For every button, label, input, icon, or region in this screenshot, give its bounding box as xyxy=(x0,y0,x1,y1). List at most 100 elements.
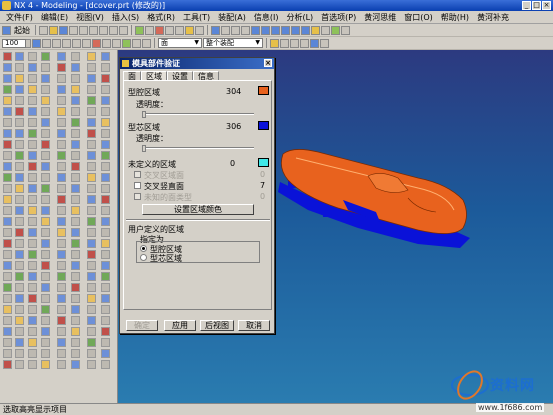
wireframe-icon[interactable] xyxy=(261,25,270,35)
tool-icon[interactable] xyxy=(87,52,96,61)
tool-icon[interactable] xyxy=(87,96,96,105)
tool-icon[interactable] xyxy=(71,272,80,281)
tool-icon[interactable] xyxy=(57,250,66,259)
tool-icon[interactable] xyxy=(28,140,37,149)
tool-icon[interactable] xyxy=(28,74,37,83)
tool-icon[interactable] xyxy=(41,316,50,325)
slider-thumb[interactable] xyxy=(142,145,146,152)
start-icon[interactable] xyxy=(2,25,11,35)
tool-icon[interactable] xyxy=(41,151,50,160)
tool-icon[interactable] xyxy=(15,360,24,369)
tool-icon[interactable] xyxy=(87,74,96,83)
tool-icon[interactable] xyxy=(71,250,80,259)
tool-icon[interactable] xyxy=(3,74,12,83)
tool-icon[interactable] xyxy=(28,305,37,314)
tool-icon[interactable] xyxy=(28,239,37,248)
tool-icon[interactable] xyxy=(71,338,80,347)
tool-icon[interactable] xyxy=(28,338,37,347)
tool-icon[interactable] xyxy=(57,195,66,204)
open-file-icon[interactable] xyxy=(49,25,58,35)
tool-icon[interactable] xyxy=(57,85,66,94)
right-view-icon[interactable] xyxy=(291,25,300,35)
intersection-icon[interactable] xyxy=(310,38,319,48)
tool-icon[interactable] xyxy=(101,217,110,226)
tool-icon[interactable] xyxy=(41,63,50,72)
tab-info[interactable]: 信息 xyxy=(193,71,219,81)
tool-icon[interactable] xyxy=(101,74,110,83)
tool-icon[interactable] xyxy=(3,239,12,248)
tool-icon[interactable] xyxy=(41,129,50,138)
tool-icon[interactable] xyxy=(57,162,66,171)
hole-icon[interactable] xyxy=(62,38,71,48)
mid-point-icon[interactable] xyxy=(290,38,299,48)
tool-icon[interactable] xyxy=(57,140,66,149)
tab-face[interactable]: 面 xyxy=(123,71,141,81)
hide-icon[interactable] xyxy=(165,25,174,35)
tool-icon[interactable] xyxy=(87,129,96,138)
tool-icon[interactable] xyxy=(57,316,66,325)
tool-icon[interactable] xyxy=(71,96,80,105)
tool-icon[interactable] xyxy=(101,96,110,105)
tool-icon[interactable] xyxy=(87,85,96,94)
tool-icon[interactable] xyxy=(3,107,12,116)
tool-icon[interactable] xyxy=(41,272,50,281)
wcs-icon[interactable] xyxy=(195,25,204,35)
tool-icon[interactable] xyxy=(3,184,12,193)
zoom-select[interactable]: 100 xyxy=(2,39,26,48)
front-view-icon[interactable] xyxy=(281,25,290,35)
tool-icon[interactable] xyxy=(15,349,24,358)
tool-icon[interactable] xyxy=(28,151,37,160)
tool-icon[interactable] xyxy=(87,327,96,336)
tool-icon[interactable] xyxy=(41,349,50,358)
tool-icon[interactable] xyxy=(71,217,80,226)
tool-icon[interactable] xyxy=(3,129,12,138)
revolve-icon[interactable] xyxy=(52,38,61,48)
tool-icon[interactable] xyxy=(87,261,96,270)
tool-icon[interactable] xyxy=(57,96,66,105)
tool-icon[interactable] xyxy=(15,52,24,61)
tool-icon[interactable] xyxy=(15,217,24,226)
tool-icon[interactable] xyxy=(41,283,50,292)
tool-icon[interactable] xyxy=(101,118,110,127)
tool-icon[interactable] xyxy=(87,283,96,292)
tool-icon[interactable] xyxy=(3,173,12,182)
tool-icon[interactable] xyxy=(15,74,24,83)
tool-icon[interactable] xyxy=(101,261,110,270)
tool-icon[interactable] xyxy=(101,151,110,160)
tool-icon[interactable] xyxy=(87,206,96,215)
tool-icon[interactable] xyxy=(101,162,110,171)
tool-icon[interactable] xyxy=(41,294,50,303)
tool-icon[interactable] xyxy=(71,85,80,94)
tool-icon[interactable] xyxy=(57,74,66,83)
tool-icon[interactable] xyxy=(71,327,80,336)
tool-icon[interactable] xyxy=(57,228,66,237)
tool-icon[interactable] xyxy=(28,63,37,72)
menu-preferences[interactable]: 首选项(P) xyxy=(317,12,360,23)
tool-icon[interactable] xyxy=(28,217,37,226)
tool-icon[interactable] xyxy=(3,162,12,171)
tool-icon[interactable] xyxy=(87,151,96,160)
tool-icon[interactable] xyxy=(28,294,37,303)
set-region-color-button[interactable]: 设置区域颜色 xyxy=(142,204,254,215)
tool-icon[interactable] xyxy=(101,129,110,138)
tool-icon[interactable] xyxy=(57,206,66,215)
tool-icon[interactable] xyxy=(71,206,80,215)
mirror-icon[interactable] xyxy=(102,38,111,48)
menu-file[interactable]: 文件(F) xyxy=(2,12,37,23)
tool-icon[interactable] xyxy=(3,349,12,358)
tool-icon[interactable] xyxy=(87,195,96,204)
tool-icon[interactable] xyxy=(71,239,80,248)
tool-icon[interactable] xyxy=(87,272,96,281)
copy-icon[interactable] xyxy=(89,25,98,35)
tool-icon[interactable] xyxy=(57,63,66,72)
tool-icon[interactable] xyxy=(71,360,80,369)
tool-icon[interactable] xyxy=(3,217,12,226)
tool-icon[interactable] xyxy=(41,107,50,116)
tool-icon[interactable] xyxy=(28,272,37,281)
tool-icon[interactable] xyxy=(3,228,12,237)
tool-icon[interactable] xyxy=(15,327,24,336)
tool-icon[interactable] xyxy=(3,316,12,325)
dialog-close-button[interactable]: × xyxy=(264,59,272,67)
tool-icon[interactable] xyxy=(28,349,37,358)
tool-icon[interactable] xyxy=(3,85,12,94)
